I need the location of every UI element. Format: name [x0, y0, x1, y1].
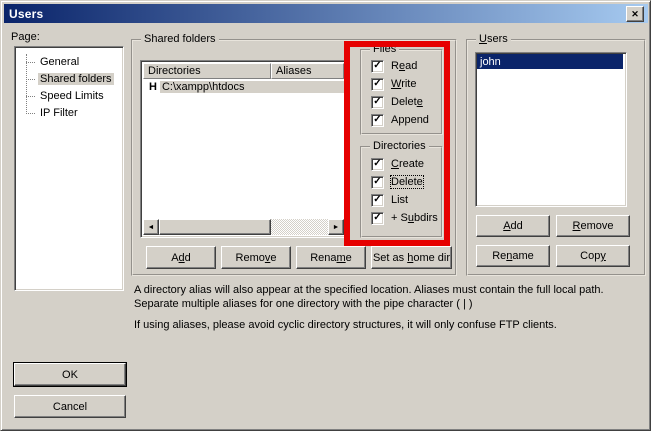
scroll-left-button[interactable]: ◄: [143, 219, 159, 235]
subdirs-checkbox[interactable]: ✓: [371, 212, 384, 225]
alias-notes: A directory alias will also appear at th…: [134, 283, 649, 339]
check-icon: ✓: [373, 195, 381, 205]
check-icon: ✓: [373, 115, 381, 125]
user-rename-button[interactable]: Rename: [476, 245, 550, 267]
dir-list-row: ✓ List: [371, 193, 408, 207]
user-item-john[interactable]: john: [477, 54, 623, 69]
files-read-row: ✓ Read: [371, 59, 417, 73]
scroll-right-icon: ►: [333, 224, 340, 231]
tree-branch-icon: [26, 113, 35, 114]
user-remove-button[interactable]: Remove: [556, 215, 630, 237]
folder-add-button[interactable]: Add: [146, 246, 216, 269]
users-legend: Users: [476, 33, 511, 46]
dir-create-row: ✓ Create: [371, 157, 424, 171]
tree-branch-icon: [26, 96, 35, 97]
user-add-button[interactable]: Add: [476, 215, 550, 237]
file-delete-checkbox[interactable]: ✓: [371, 96, 384, 109]
titlebar[interactable]: Users ✕: [4, 4, 648, 23]
directories-list-header: Directories Aliases: [143, 63, 344, 79]
alias-note-2: If using aliases, please avoid cyclic di…: [134, 318, 649, 332]
sidebar-item-general[interactable]: General: [17, 54, 81, 70]
list-checkbox[interactable]: ✓: [371, 194, 384, 207]
write-checkbox[interactable]: ✓: [371, 78, 384, 91]
user-copy-button[interactable]: Copy: [556, 245, 630, 267]
tree-branch-icon: [26, 79, 35, 80]
user-copy-label: Copy: [580, 250, 606, 262]
sidebar-item-shared-folders[interactable]: Shared folders: [17, 71, 114, 87]
check-icon: ✓: [373, 177, 381, 187]
read-checkbox[interactable]: ✓: [371, 60, 384, 73]
files-delete-row: ✓ Delete: [371, 95, 423, 109]
check-icon: ✓: [373, 61, 381, 71]
horizontal-scrollbar[interactable]: ◄ ►: [143, 219, 344, 235]
user-remove-label: Remove: [573, 220, 614, 232]
user-rename-label: Rename: [492, 250, 534, 262]
check-icon: ✓: [373, 79, 381, 89]
scroll-left-icon: ◄: [148, 224, 155, 231]
files-legend: Files: [370, 43, 399, 56]
column-header-aliases[interactable]: Aliases: [271, 63, 344, 79]
folder-rename-label: Rename: [310, 252, 352, 264]
close-button[interactable]: ✕: [626, 6, 644, 22]
page-tree-inner: General Shared folders Speed Limits IP F…: [17, 49, 121, 288]
tree-item-label: Speed Limits: [38, 90, 106, 102]
page-label: Page:: [11, 31, 40, 43]
tree-item-label: Shared folders: [38, 73, 114, 85]
dir-delete-checkbox[interactable]: ✓: [371, 176, 384, 189]
folder-add-label: Add: [171, 252, 191, 264]
ok-label: OK: [62, 369, 78, 381]
users-group: Users john Add Remove Rename Copy: [466, 39, 646, 276]
directories-permissions-group: Directories ✓ Create ✓ Delete ✓ List ✓ +…: [360, 146, 443, 238]
sidebar-item-ip-filter[interactable]: IP Filter: [17, 105, 80, 121]
list-label: List: [391, 194, 408, 206]
append-checkbox[interactable]: ✓: [371, 114, 384, 127]
close-icon: ✕: [631, 10, 639, 19]
files-permissions-group: Files ✓ Read ✓ Write ✓ Delete ✓ Append: [360, 49, 443, 135]
file-delete-label: Delete: [391, 96, 423, 108]
window-title: Users: [4, 7, 43, 21]
create-label: Create: [391, 158, 424, 170]
dir-delete-label: Delete: [391, 176, 423, 188]
directories-list[interactable]: Directories Aliases H C:\xampp\htdocs ◄ …: [140, 60, 347, 238]
append-label: Append: [391, 114, 429, 126]
tree-item-label: General: [38, 56, 81, 68]
folder-remove-label: Remove: [236, 252, 277, 264]
column-header-directories[interactable]: Directories: [143, 63, 271, 79]
set-home-dir-label: Set as home dir: [373, 252, 450, 264]
folder-remove-button[interactable]: Remove: [221, 246, 291, 269]
scroll-right-button[interactable]: ►: [328, 219, 344, 235]
check-icon: ✓: [373, 213, 381, 223]
read-label: Read: [391, 60, 417, 72]
users-list[interactable]: john: [475, 52, 627, 207]
cancel-label: Cancel: [53, 401, 87, 413]
user-name: john: [480, 56, 501, 68]
sidebar-item-speed-limits[interactable]: Speed Limits: [17, 88, 106, 104]
directories-legend: Directories: [370, 140, 429, 153]
directory-path: C:\xampp\htdocs: [160, 81, 344, 93]
scrollbar-thumb[interactable]: [159, 219, 271, 235]
tree-item-label: IP Filter: [38, 107, 80, 119]
tree-branch-icon: [26, 62, 35, 63]
alias-note-1: A directory alias will also appear at th…: [134, 283, 649, 311]
check-icon: ✓: [373, 159, 381, 169]
folder-rename-button[interactable]: Rename: [296, 246, 366, 269]
files-write-row: ✓ Write: [371, 77, 416, 91]
cancel-button[interactable]: Cancel: [14, 395, 126, 418]
users-dialog: Users ✕ Page: General Shared folders Spe…: [0, 0, 651, 431]
subdirs-label: + Subdirs: [391, 212, 438, 224]
create-checkbox[interactable]: ✓: [371, 158, 384, 171]
page-tree: General Shared folders Speed Limits IP F…: [14, 46, 124, 291]
shared-folders-legend: Shared folders: [141, 33, 219, 46]
set-home-dir-button[interactable]: Set as home dir: [371, 246, 452, 269]
directory-row[interactable]: H C:\xampp\htdocs: [143, 79, 344, 94]
dir-delete-row: ✓ Delete: [371, 175, 423, 189]
check-icon: ✓: [373, 97, 381, 107]
files-append-row: ✓ Append: [371, 113, 429, 127]
write-label: Write: [391, 78, 416, 90]
user-add-label: Add: [503, 220, 523, 232]
dir-subdirs-row: ✓ + Subdirs: [371, 211, 438, 225]
ok-button[interactable]: OK: [14, 363, 126, 386]
home-dir-flag: H: [143, 81, 160, 93]
